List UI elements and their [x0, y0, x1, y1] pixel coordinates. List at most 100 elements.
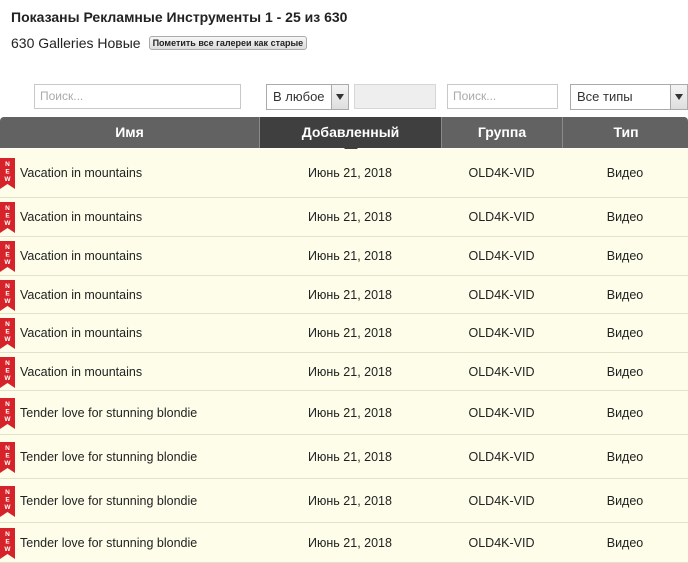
- row-date: Июнь 21, 2018: [308, 364, 392, 379]
- chevron-down-icon[interactable]: [670, 85, 687, 109]
- new-badge-letter: W: [4, 504, 11, 511]
- new-badge-icon: NEW: [0, 241, 15, 272]
- mark-all-old-button[interactable]: Пометить все галереи как старые: [148, 36, 308, 50]
- new-badge-icon: NEW: [0, 202, 15, 233]
- row-date: Июнь 21, 2018: [308, 166, 392, 180]
- table-row[interactable]: N E W Vacation in mountains Июнь 21, 2018 OLD…: [0, 198, 688, 237]
- row-group: OLD4K-VID: [468, 449, 535, 464]
- page-title: Показаны Рекламные Инструменты 1 - 25 из…: [11, 9, 348, 25]
- column-header-group[interactable]: Группа: [441, 117, 562, 148]
- new-badge-letter: W: [4, 336, 11, 343]
- date-filter-select[interactable]: В любое: [266, 84, 349, 110]
- new-badge-letter: N: [5, 401, 10, 408]
- row-group: OLD4K-VID: [468, 287, 535, 302]
- row-name-link[interactable]: Vacation in mountains: [20, 314, 142, 352]
- row-name-link[interactable]: Tender love for stunning blondie: [20, 435, 197, 478]
- new-badge-letter: E: [5, 368, 10, 375]
- row-type: Видео: [606, 326, 644, 340]
- row-name-link[interactable]: Vacation in mountains: [20, 353, 142, 390]
- new-badge-letter: N: [5, 283, 10, 290]
- new-badge-icon: NEW: [0, 442, 15, 473]
- column-header-added-label: Добавленный: [301, 124, 400, 140]
- row-group: OLD4K-VID: [468, 249, 535, 263]
- new-badge-letter: W: [4, 220, 11, 227]
- row-date: Июнь 21, 2018: [308, 210, 392, 224]
- row-group: OLD4K-VID: [468, 166, 535, 180]
- row-name-link[interactable]: Tender love for stunning blondie: [20, 479, 197, 522]
- chevron-down-icon[interactable]: [331, 85, 348, 109]
- new-badge-letter: E: [5, 497, 10, 504]
- row-group: OLD4K-VID: [468, 535, 535, 550]
- new-badge-letter: W: [4, 176, 11, 183]
- row-group: OLD4K-VID: [468, 493, 535, 508]
- gallery-count: 630 Galleries Новые: [11, 35, 141, 51]
- new-badge-letter: N: [5, 360, 10, 367]
- new-badge-letter: W: [4, 259, 11, 266]
- row-type: Видео: [606, 364, 644, 379]
- name-search-input[interactable]: Поиск...: [34, 84, 241, 109]
- row-group: OLD4K-VID: [468, 405, 535, 420]
- row-date: Июнь 21, 2018: [308, 535, 392, 550]
- new-badge-letter: E: [5, 291, 10, 298]
- new-badge-icon: NEW: [0, 486, 15, 517]
- table-row[interactable]: N E W Tender love for stunning blondie Июнь …: [0, 523, 688, 563]
- date-filter-value: В любое: [273, 89, 325, 104]
- new-badge-letter: W: [4, 375, 11, 382]
- new-badge-icon: NEW: [0, 280, 15, 311]
- row-name-link[interactable]: Tender love for stunning blondie: [20, 391, 197, 434]
- new-badge-letter: W: [4, 460, 11, 467]
- row-type: Видео: [606, 535, 644, 550]
- row-name-link[interactable]: Vacation in mountains: [20, 237, 142, 275]
- row-date: Июнь 21, 2018: [308, 449, 392, 464]
- new-badge-letter: N: [5, 531, 10, 538]
- new-badge-letter: N: [5, 321, 10, 328]
- table-row[interactable]: N E W Vacation in mountains Июнь 21, 2018 OLD…: [0, 237, 688, 276]
- new-badge-letter: N: [5, 244, 10, 251]
- row-name-link[interactable]: Vacation in mountains: [20, 149, 142, 197]
- row-type: Видео: [606, 493, 644, 508]
- column-header-added[interactable]: Добавленный: [259, 117, 441, 155]
- group-search-input[interactable]: Поиск...: [447, 84, 558, 109]
- new-badge-icon: NEW: [0, 398, 15, 429]
- new-badge-letter: N: [5, 161, 10, 168]
- new-badge-icon: NEW: [0, 158, 15, 189]
- new-badge-letter: E: [5, 169, 10, 176]
- row-type: Видео: [606, 249, 644, 263]
- row-date: Июнь 21, 2018: [308, 326, 392, 340]
- row-group: OLD4K-VID: [468, 210, 535, 224]
- new-badge-letter: N: [5, 489, 10, 496]
- new-badge-letter: N: [5, 205, 10, 212]
- row-type: Видео: [606, 287, 644, 302]
- type-filter-select[interactable]: Все типы: [570, 84, 688, 110]
- table-header: Имя Добавленный Группа Тип: [0, 117, 688, 155]
- table-row[interactable]: N E W Vacation in mountains Июнь 21, 2018 OLD…: [0, 353, 688, 391]
- table-row[interactable]: N E W Vacation in mountains Июнь 21, 2018 OLD…: [0, 149, 688, 198]
- new-badge-letter: N: [5, 445, 10, 452]
- row-date: Июнь 21, 2018: [308, 249, 392, 263]
- row-type: Видео: [606, 449, 644, 464]
- column-header-name[interactable]: Имя: [0, 117, 259, 148]
- row-type: Видео: [606, 405, 644, 420]
- new-badge-letter: E: [5, 539, 10, 546]
- new-badge-letter: W: [4, 416, 11, 423]
- table-row[interactable]: N E W Tender love for stunning blondie Июнь …: [0, 391, 688, 435]
- table-row[interactable]: N E W Vacation in mountains Июнь 21, 2018 OLD…: [0, 276, 688, 314]
- row-group: OLD4K-VID: [468, 326, 535, 340]
- column-header-type[interactable]: Тип: [562, 117, 688, 148]
- table-row[interactable]: N E W Tender love for stunning blondie Июнь …: [0, 435, 688, 479]
- row-date: Июнь 21, 2018: [308, 287, 392, 302]
- row-type: Видео: [606, 166, 644, 180]
- row-name-link[interactable]: Vacation in mountains: [20, 198, 142, 236]
- row-group: OLD4K-VID: [468, 364, 535, 379]
- new-badge-icon: NEW: [0, 528, 15, 559]
- row-name-link[interactable]: Vacation in mountains: [20, 276, 142, 313]
- row-name-link[interactable]: Tender love for stunning blondie: [20, 523, 197, 562]
- row-date: Июнь 21, 2018: [308, 493, 392, 508]
- table-row[interactable]: N E W Tender love for stunning blondie Июнь …: [0, 479, 688, 523]
- table-row[interactable]: N E W Vacation in mountains Июнь 21, 2018 OLD…: [0, 314, 688, 353]
- date-range-field[interactable]: [354, 84, 436, 109]
- new-badge-letter: E: [5, 252, 10, 259]
- new-badge-letter: E: [5, 409, 10, 416]
- new-badge-letter: E: [5, 453, 10, 460]
- new-badge-icon: NEW: [0, 318, 15, 349]
